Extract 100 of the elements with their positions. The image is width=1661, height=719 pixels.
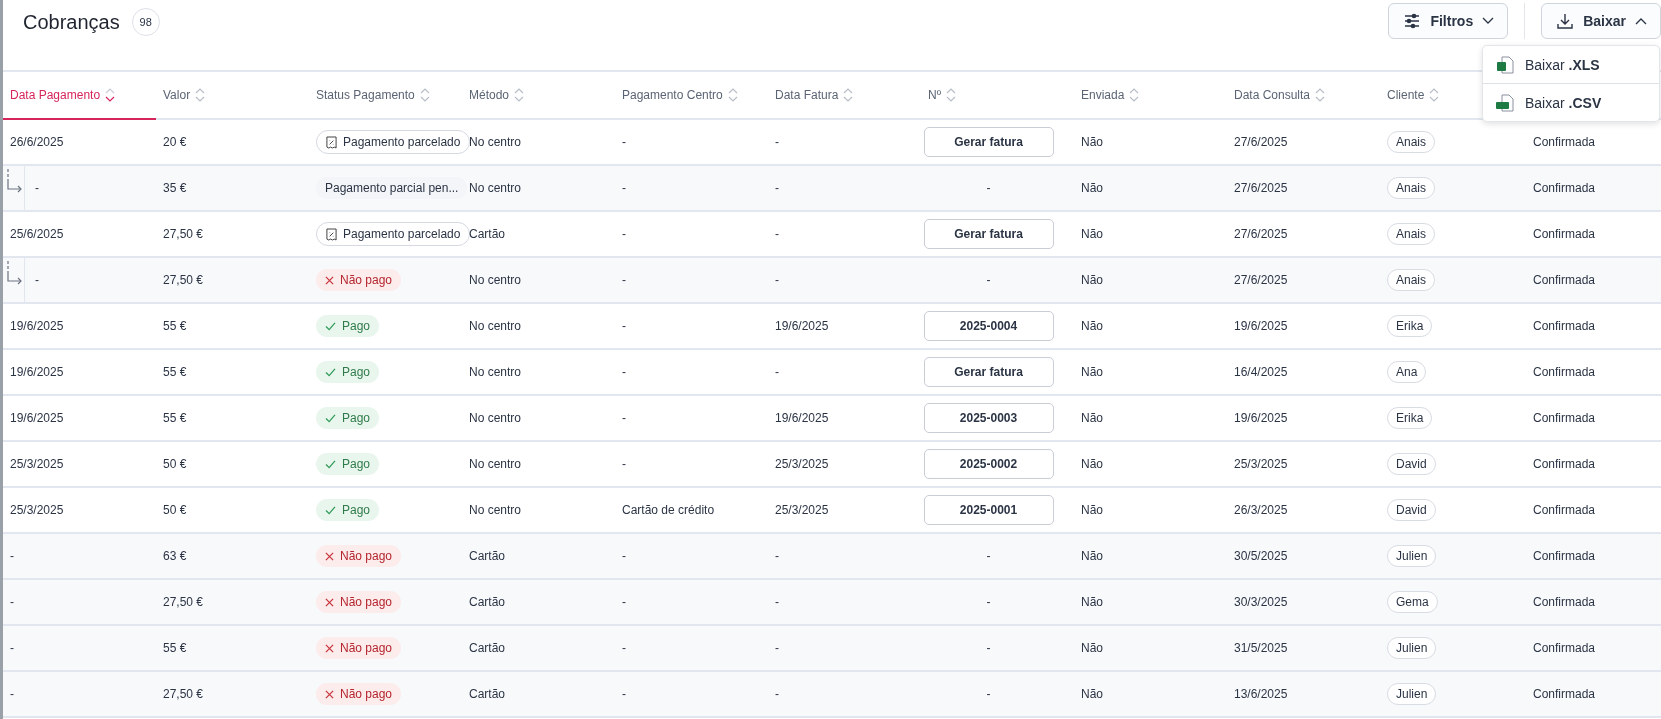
table-cell: -: [622, 181, 626, 195]
column-header[interactable]: Data Consulta: [1227, 72, 1328, 118]
invoice-button[interactable]: 2025-0004: [923, 311, 1054, 341]
table-cell: Confirmada: [1533, 319, 1596, 333]
table-cell: -: [622, 319, 626, 333]
menu-item[interactable]: Baixar .XLS: [1483, 46, 1659, 83]
client-tag: Anais: [1387, 269, 1436, 291]
column-header[interactable]: Data Pagamento: [3, 72, 156, 120]
table-cell: 27,50 €: [163, 273, 204, 287]
table-cell: -: [986, 181, 991, 195]
table-cell: -: [622, 135, 626, 149]
table-cell: Não: [1081, 319, 1103, 333]
client-tag: Julien: [1387, 637, 1437, 659]
table-cell: 25/3/2025: [775, 457, 829, 471]
table-cell: -: [986, 641, 991, 655]
table-cell: 25/3/2025: [10, 503, 64, 517]
table-cell: Não: [1081, 687, 1103, 701]
invoice-button[interactable]: Gerar fatura: [923, 219, 1054, 249]
status-badge: Não pago: [316, 545, 402, 567]
table-cell: Confirmada: [1533, 457, 1596, 471]
table-cell: -: [10, 687, 14, 701]
table-cell: Não: [1081, 411, 1103, 425]
sort-icon: [514, 87, 525, 103]
table-cell: Confirmada: [1533, 687, 1596, 701]
table-cell: Não: [1081, 365, 1103, 379]
sort-icon: [1315, 87, 1326, 103]
table-cell: Confirmada: [1533, 503, 1596, 517]
column-header[interactable]: Cliente: [1380, 72, 1442, 118]
sort-icon: [105, 87, 116, 103]
column-header[interactable]: Método: [462, 72, 527, 118]
table-cell: Confirmada: [1533, 641, 1596, 655]
column-header[interactable]: Nº: [921, 72, 959, 118]
table-cell: -: [622, 687, 626, 701]
table-cell: -: [622, 549, 626, 563]
table-cell: 19/6/2025: [775, 411, 829, 425]
table-cell: Confirmada: [1533, 273, 1596, 287]
column-header[interactable]: Data Fatura: [768, 72, 856, 118]
table-cell: -: [622, 273, 626, 287]
table-cell: Não: [1081, 549, 1103, 563]
table-cell: 20 €: [163, 135, 187, 149]
table-cell: No centro: [469, 365, 522, 379]
table-cell: 27/6/2025: [1234, 181, 1288, 195]
cross-icon: [325, 275, 334, 285]
table-cell: Cartão: [469, 641, 506, 655]
menu-item[interactable]: Baixar .CSV: [1483, 83, 1659, 121]
table-cell: 26/3/2025: [1234, 503, 1288, 517]
check-icon: [325, 505, 336, 515]
table-cell: -: [622, 457, 626, 471]
invoice-button[interactable]: 2025-0002: [923, 449, 1054, 479]
table-cell: 19/6/2025: [775, 319, 829, 333]
table-cell: -: [622, 365, 626, 379]
table-cell: Não: [1081, 273, 1103, 287]
table-cell: -: [10, 549, 14, 563]
download-button[interactable]: Baixar: [1541, 3, 1661, 39]
status-badge: Não pago: [316, 683, 402, 705]
table-cell: 27,50 €: [163, 595, 204, 609]
check-icon: [325, 413, 336, 423]
table-cell: 55 €: [163, 319, 187, 333]
table-cell: No centro: [469, 181, 522, 195]
invoice-button[interactable]: Gerar fatura: [923, 127, 1054, 157]
status-badge: Pago: [316, 499, 380, 521]
invoice-button[interactable]: Gerar fatura: [923, 357, 1054, 387]
invoice-button[interactable]: 2025-0001: [923, 495, 1054, 525]
column-header[interactable]: Enviada: [1074, 72, 1142, 118]
table-cell: 50 €: [163, 503, 187, 517]
status-badge: Pagamento parcial pen...: [316, 177, 468, 199]
column-header[interactable]: Pagamento Centro: [615, 72, 740, 118]
table-cell: 19/6/2025: [10, 319, 64, 333]
client-tag: Julien: [1387, 545, 1437, 567]
status-badge: Pago: [316, 361, 380, 383]
table-cell: Confirmada: [1533, 181, 1596, 195]
status-badge: Pago: [316, 407, 380, 429]
check-icon: [325, 367, 336, 377]
cross-icon: [325, 643, 334, 653]
table-cell: Não: [1081, 135, 1103, 149]
table-cell: 27/6/2025: [1234, 135, 1288, 149]
sort-icon: [946, 87, 957, 103]
table-cell: -: [775, 687, 779, 701]
table-cell: No centro: [469, 319, 522, 333]
filters-button[interactable]: Filtros: [1388, 3, 1509, 39]
table-cell: 30/5/2025: [1234, 549, 1288, 563]
sort-icon: [419, 87, 430, 103]
table-cell: 25/3/2025: [1234, 457, 1288, 471]
table-cell: 27/6/2025: [1234, 227, 1288, 241]
table-cell: -: [986, 687, 991, 701]
table-cell: 25/3/2025: [10, 457, 64, 471]
status-badge: Não pago: [316, 269, 402, 291]
table-cell: 19/6/2025: [1234, 319, 1288, 333]
table-cell: -: [775, 549, 779, 563]
invoice-button[interactable]: 2025-0003: [923, 403, 1054, 433]
table-cell: 27/6/2025: [1234, 273, 1288, 287]
check-icon: [325, 459, 336, 469]
cross-icon: [325, 597, 334, 607]
column-header[interactable]: Status Pagamento: [309, 72, 432, 118]
column-header[interactable]: Valor: [156, 72, 208, 118]
client-tag: Erika: [1387, 407, 1433, 429]
table-cell: Confirmada: [1533, 549, 1596, 563]
table-cell: Não: [1081, 181, 1103, 195]
table-cell: Confirmada: [1533, 365, 1596, 379]
spreadsheet-file-icon: [1495, 54, 1515, 75]
